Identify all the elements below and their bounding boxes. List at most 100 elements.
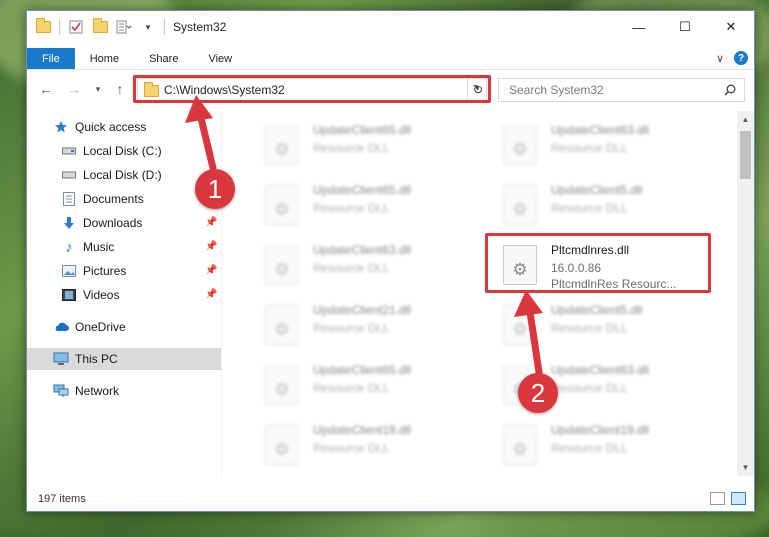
videos-icon	[61, 287, 77, 303]
file-item[interactable]: ⚙UpdateClient63.dllResource DLL	[245, 237, 465, 293]
large-icons-view-icon[interactable]	[731, 492, 746, 505]
nav-item-label: Documents	[83, 192, 144, 206]
help-icon[interactable]: ?	[734, 51, 748, 65]
file-name: UpdateClient19.dll	[551, 423, 650, 437]
network-icon	[53, 383, 69, 399]
music-icon: ♪	[65, 238, 73, 256]
search-icon[interactable]	[724, 84, 736, 99]
tab-view[interactable]: View	[193, 48, 247, 69]
download-icon	[61, 215, 77, 231]
item-count: 197 items	[38, 493, 86, 505]
file-item[interactable]: ⚙ UpdateClient5.dll Resource DLL	[483, 177, 703, 233]
navigation-pane: Quick access Local Disk (C:) Local Disk …	[27, 114, 222, 474]
nav-item-local-disk-d[interactable]: Local Disk (D:)	[61, 164, 162, 186]
scrollbar-thumb[interactable]	[740, 131, 751, 179]
recent-locations-icon[interactable]: ▾	[89, 80, 107, 98]
nav-item-documents[interactable]: Documents	[61, 188, 144, 210]
nav-item-label: Local Disk (C:)	[83, 144, 162, 158]
file-item[interactable]: ⚙UpdateClient63.dllResource DLL	[483, 117, 703, 173]
file-detail: Resource DLL	[551, 321, 628, 335]
file-name: UpdateClient5.dll	[551, 183, 643, 197]
nav-item-music[interactable]: ♪ Music	[61, 236, 114, 258]
ribbon-expand-icon[interactable]: ∨	[716, 52, 724, 65]
pin-icon[interactable]: 📌	[205, 289, 217, 300]
file-name: UpdateClient65.dll	[313, 183, 412, 197]
up-arrow-icon[interactable]: ↑	[111, 80, 129, 98]
nav-item-local-disk-c[interactable]: Local Disk (C:)	[61, 140, 162, 162]
document-icon	[61, 191, 77, 207]
file-name: UpdateClient63.dll	[551, 123, 650, 137]
tab-file[interactable]: File	[27, 48, 75, 69]
pin-icon[interactable]: 📌	[205, 217, 217, 228]
pin-icon[interactable]: 📌	[205, 241, 217, 252]
tab-share[interactable]: Share	[134, 48, 193, 69]
dll-file-icon: ⚙	[265, 365, 299, 405]
file-item[interactable]: ⚙ UpdateClient19.dll Resource DLL	[245, 417, 465, 473]
maximize-button[interactable]: ☐	[662, 11, 708, 43]
file-detail: Resource DLL	[313, 441, 390, 455]
explorer-window: ▾ System32 — ☐ ✕ File Home Share View ∨ …	[26, 10, 755, 512]
title-bar: ▾ System32 — ☐ ✕	[27, 11, 754, 43]
file-detail: Resource DLL	[313, 321, 390, 335]
back-arrow-icon[interactable]: ←	[37, 80, 55, 98]
file-item[interactable]: ⚙ UpdateClient19.dll Resource DLL	[483, 417, 703, 473]
drive-icon	[61, 143, 77, 159]
file-list: ⚙ UpdateClient65.dll Resource DLL ⚙ UpdateCl…	[227, 111, 737, 476]
status-bar: 197 items	[27, 487, 754, 511]
nav-item-label: Music	[83, 240, 115, 254]
file-item[interactable]: ⚙UpdateClient63.dllResource DLL	[483, 357, 703, 413]
forward-arrow-icon[interactable]: →	[65, 80, 83, 98]
details-view-icon[interactable]	[710, 492, 725, 505]
file-detail: Resource DLL	[551, 141, 628, 155]
minimize-button[interactable]: —	[616, 11, 662, 43]
search-input[interactable]: Search System32	[498, 78, 745, 102]
vertical-scrollbar[interactable]: ▲ ▼	[737, 111, 754, 476]
file-name: UpdateClient5.dll	[551, 303, 643, 317]
nav-item-label: This PC	[75, 352, 118, 366]
file-detail: Resource DLL	[551, 441, 628, 455]
pin-icon[interactable]: 📌	[205, 265, 217, 276]
file-highlight-box	[485, 233, 711, 293]
file-name: UpdateClient63.dll	[551, 363, 650, 377]
nav-item-pictures[interactable]: Pictures	[61, 260, 126, 282]
nav-item-quick-access[interactable]: Quick access	[53, 116, 146, 138]
address-row: ← → ▾ ↑ C:\Windows\System32 ▾ ↻ Search S…	[27, 75, 754, 103]
gear-icon: ⚙	[274, 260, 290, 279]
customize-icon[interactable]	[116, 19, 132, 35]
file-detail: Resource DLL	[313, 381, 390, 395]
file-item[interactable]: ⚙ UpdateClient5.dll Resource DLL	[483, 297, 703, 353]
gear-icon: ⚙	[512, 200, 528, 219]
file-detail: Resource DLL	[313, 261, 390, 275]
search-placeholder: Search System32	[509, 83, 604, 97]
file-detail: Resource DLL	[313, 141, 390, 155]
close-button[interactable]: ✕	[708, 11, 754, 43]
file-item[interactable]: ⚙ UpdateClient65.dll Resource DLL	[245, 177, 465, 233]
nav-item-onedrive[interactable]: OneDrive	[53, 316, 126, 338]
callout-1: 1	[195, 169, 235, 209]
properties-icon[interactable]	[68, 19, 84, 35]
folder-icon[interactable]	[35, 18, 51, 35]
new-folder-icon[interactable]	[92, 18, 108, 35]
star-icon	[53, 119, 69, 135]
file-name: UpdateClient19.dll	[313, 423, 412, 437]
window-title: System32	[173, 20, 227, 34]
divider	[59, 19, 60, 35]
nav-item-videos[interactable]: Videos	[61, 284, 119, 306]
file-item[interactable]: ⚙ UpdateClient21.dll Resource DLL	[245, 297, 465, 353]
dll-file-icon: ⚙	[503, 305, 537, 345]
gear-icon: ⚙	[274, 140, 290, 159]
gear-icon: ⚙	[512, 440, 528, 459]
file-item[interactable]: ⚙ UpdateClient65.dll Resource DLL	[245, 357, 465, 413]
file-detail: Resource DLL	[551, 201, 628, 215]
scroll-up-icon[interactable]: ▲	[737, 111, 754, 128]
dll-file-icon: ⚙	[503, 425, 537, 465]
quick-access-dropdown-icon[interactable]: ▾	[140, 19, 156, 35]
file-item[interactable]: ⚙ UpdateClient65.dll Resource DLL	[245, 117, 465, 173]
file-name: UpdateClient65.dll	[313, 123, 412, 137]
nav-item-this-pc[interactable]: This PC	[27, 348, 221, 370]
tab-home[interactable]: Home	[75, 48, 134, 69]
nav-item-downloads[interactable]: Downloads	[61, 212, 142, 234]
gear-icon: ⚙	[512, 320, 528, 339]
nav-item-network[interactable]: Network	[53, 380, 119, 402]
scroll-down-icon[interactable]: ▼	[737, 459, 754, 476]
